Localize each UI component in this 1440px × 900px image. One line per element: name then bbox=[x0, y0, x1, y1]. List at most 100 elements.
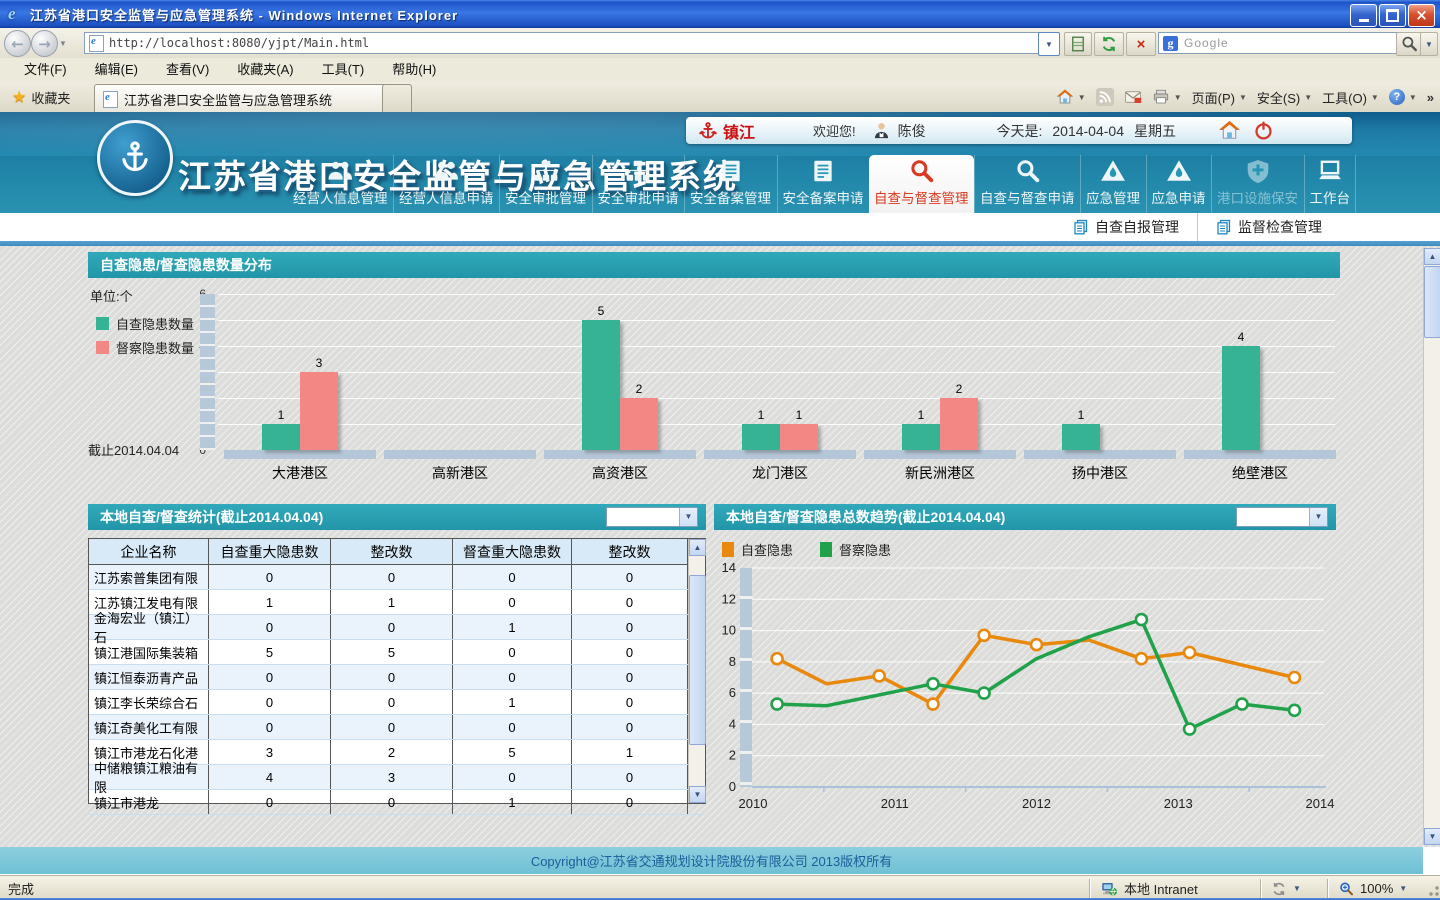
chevron-down-icon[interactable]: ▼ bbox=[1293, 884, 1301, 893]
chevron-down-icon[interactable]: ▼ bbox=[1304, 93, 1312, 102]
address-input[interactable]: e http://localhost:8080/yjpt/Main.html bbox=[84, 32, 1040, 54]
close-button[interactable]: × bbox=[1408, 4, 1435, 27]
chevron-down-icon[interactable]: ▼ bbox=[1239, 93, 1247, 102]
page-footer: Copyright@江苏省交通规划设计院股份有限公司 2013版权所有 bbox=[0, 847, 1423, 874]
chevron-down-icon[interactable]: ▼ bbox=[1371, 93, 1379, 102]
table-row[interactable]: 镇江奇美化工有限0000 bbox=[89, 715, 705, 740]
minimize-button[interactable] bbox=[1350, 4, 1377, 27]
trend-y-tick-label: 10 bbox=[722, 623, 736, 638]
nav-item-12[interactable]: 工作台 bbox=[1304, 155, 1357, 213]
home-icon[interactable] bbox=[1056, 88, 1074, 106]
scroll-down-icon[interactable]: ▼ bbox=[1424, 828, 1440, 845]
bar-self-check bbox=[262, 424, 300, 450]
search-input[interactable]: g Google bbox=[1158, 32, 1398, 54]
nav-item-11[interactable]: 港口设施保安 bbox=[1211, 155, 1303, 213]
new-tab-stub[interactable] bbox=[382, 84, 412, 113]
table-cell: 2 bbox=[331, 740, 453, 764]
help-dropdown-icon[interactable]: ▼ bbox=[1409, 93, 1417, 102]
menu-item-v[interactable]: 查看(V) bbox=[152, 58, 223, 82]
scroll-down-icon[interactable]: ▼ bbox=[689, 786, 706, 803]
table-cell: 0 bbox=[331, 715, 453, 739]
menu-item-e[interactable]: 编辑(E) bbox=[81, 58, 152, 82]
bar-x-axis-segment bbox=[1024, 450, 1176, 459]
read-mail-icon[interactable] bbox=[1124, 88, 1142, 106]
zoom-control[interactable]: 100% ▼ bbox=[1327, 879, 1426, 898]
table-row[interactable]: 镇江市港龙0010 bbox=[89, 790, 705, 815]
nav-item-label: 自查与督查管理 bbox=[874, 187, 969, 207]
nav-item-3[interactable]: 安全审批管理 bbox=[499, 155, 591, 213]
nav-item-6[interactable]: 安全备案申请 bbox=[777, 155, 869, 213]
menu-item-h[interactable]: 帮助(H) bbox=[378, 58, 450, 82]
forward-button[interactable]: → bbox=[31, 30, 58, 57]
command-button[interactable]: 安全(S) bbox=[1257, 88, 1300, 107]
nav-item-2[interactable]: 经营人信息申请 bbox=[393, 155, 499, 213]
nav-item-label: 应急申请 bbox=[1152, 187, 1206, 207]
doc-icon bbox=[810, 158, 836, 184]
rss-icon[interactable] bbox=[1096, 88, 1114, 106]
maximize-button[interactable] bbox=[1379, 4, 1406, 27]
workbench-icon bbox=[1317, 158, 1343, 184]
table-cell: 0 bbox=[209, 715, 331, 739]
scrollbar-thumb[interactable] bbox=[689, 575, 706, 745]
nav-item-10[interactable]: 应急申请 bbox=[1146, 155, 1211, 213]
table-filter-select[interactable]: ▼ bbox=[606, 507, 698, 527]
table-row[interactable]: 江苏索普集团有限0000 bbox=[89, 565, 705, 590]
table-row[interactable]: 镇江港国际集装箱5500 bbox=[89, 640, 705, 665]
favorites-button[interactable]: ★ 收藏夹 bbox=[4, 84, 78, 110]
table-row[interactable]: 金海宏业（镇江）石0010 bbox=[89, 615, 705, 640]
command-button[interactable]: 工具(O) bbox=[1322, 88, 1367, 107]
table-cell: 0 bbox=[331, 665, 453, 689]
help-icon[interactable]: ? bbox=[1389, 89, 1405, 105]
chevron-down-icon[interactable]: ▼ bbox=[1309, 508, 1327, 526]
protected-mode-control[interactable]: ▼ bbox=[1260, 879, 1327, 898]
trend-y-tick-label: 4 bbox=[729, 716, 736, 731]
subnav-doc-icon bbox=[1216, 219, 1232, 235]
search-placeholder: Google bbox=[1184, 36, 1229, 50]
scroll-up-icon[interactable]: ▲ bbox=[1424, 248, 1440, 265]
resize-grip[interactable] bbox=[1426, 879, 1440, 898]
subnav-item-2[interactable]: 监督检查管理 bbox=[1197, 213, 1340, 241]
table-row[interactable]: 镇江恒泰沥青产品0000 bbox=[89, 665, 705, 690]
back-button[interactable]: ← bbox=[4, 30, 31, 57]
bar-category-label: 高资港区 bbox=[540, 463, 700, 483]
nav-item-1[interactable]: 经营人信息管理 bbox=[288, 155, 393, 213]
command-button[interactable]: 页面(P) bbox=[1192, 88, 1235, 107]
nav-item-4[interactable]: 安全审批申请 bbox=[592, 155, 684, 213]
scrollbar-thumb[interactable] bbox=[1424, 266, 1440, 338]
bar-panel-title: 自查隐患/督查隐患数量分布 bbox=[88, 252, 1340, 278]
refresh-button[interactable] bbox=[1094, 32, 1124, 56]
menu-item-f[interactable]: 文件(F) bbox=[10, 58, 81, 82]
logout-power-icon[interactable] bbox=[1253, 120, 1274, 141]
overflow-chevron[interactable]: » bbox=[1427, 90, 1434, 105]
menu-item-t[interactable]: 工具(T) bbox=[308, 58, 379, 82]
nav-item-8[interactable]: 自查与督查申请 bbox=[974, 155, 1080, 213]
print-icon[interactable] bbox=[1152, 88, 1170, 106]
bar-category-label: 高新港区 bbox=[380, 463, 540, 483]
search-options-dropdown[interactable]: ▼ bbox=[1420, 32, 1438, 56]
address-dropdown-button[interactable]: ▼ bbox=[1038, 32, 1060, 56]
nav-item-9[interactable]: 应急管理 bbox=[1080, 155, 1145, 213]
menu-item-a[interactable]: 收藏夹(A) bbox=[223, 58, 307, 82]
compatibility-view-button[interactable] bbox=[1064, 32, 1092, 56]
table-row[interactable]: 中储粮镇江粮油有限4300 bbox=[89, 765, 705, 790]
window-titlebar[interactable]: e 江苏省港口安全监管与应急管理系统 - Windows Internet Ex… bbox=[0, 0, 1440, 28]
page-scrollbar[interactable]: ▲ ▼ bbox=[1423, 248, 1440, 845]
home-shortcut-icon[interactable] bbox=[1218, 119, 1241, 142]
table-scrollbar[interactable]: ▲▼ bbox=[688, 539, 705, 803]
history-dropdown-icon[interactable]: ▼ bbox=[59, 39, 67, 48]
nav-item-5[interactable]: 安全备案管理 bbox=[684, 155, 776, 213]
stop-button[interactable]: × bbox=[1126, 32, 1156, 56]
scroll-up-icon[interactable]: ▲ bbox=[689, 539, 706, 556]
search-button[interactable] bbox=[1396, 32, 1422, 56]
chevron-down-icon[interactable]: ▼ bbox=[679, 508, 697, 526]
trend-y-tick-label: 14 bbox=[722, 560, 736, 575]
browser-tab[interactable]: e 江苏省港口安全监管与应急管理系统 bbox=[94, 84, 398, 113]
nav-item-7[interactable]: 自查与督查管理 bbox=[869, 155, 974, 213]
subnav-item-1[interactable]: 自查自报管理 bbox=[1055, 213, 1197, 241]
home-dropdown-icon[interactable]: ▼ bbox=[1078, 93, 1086, 102]
chevron-down-icon[interactable]: ▼ bbox=[1399, 884, 1407, 893]
legend-item-self-check: 自查隐患数量 bbox=[96, 314, 194, 333]
print-dropdown-icon[interactable]: ▼ bbox=[1174, 93, 1182, 102]
trend-filter-select[interactable]: ▼ bbox=[1236, 507, 1328, 527]
table-row[interactable]: 镇江李长荣综合石0010 bbox=[89, 690, 705, 715]
